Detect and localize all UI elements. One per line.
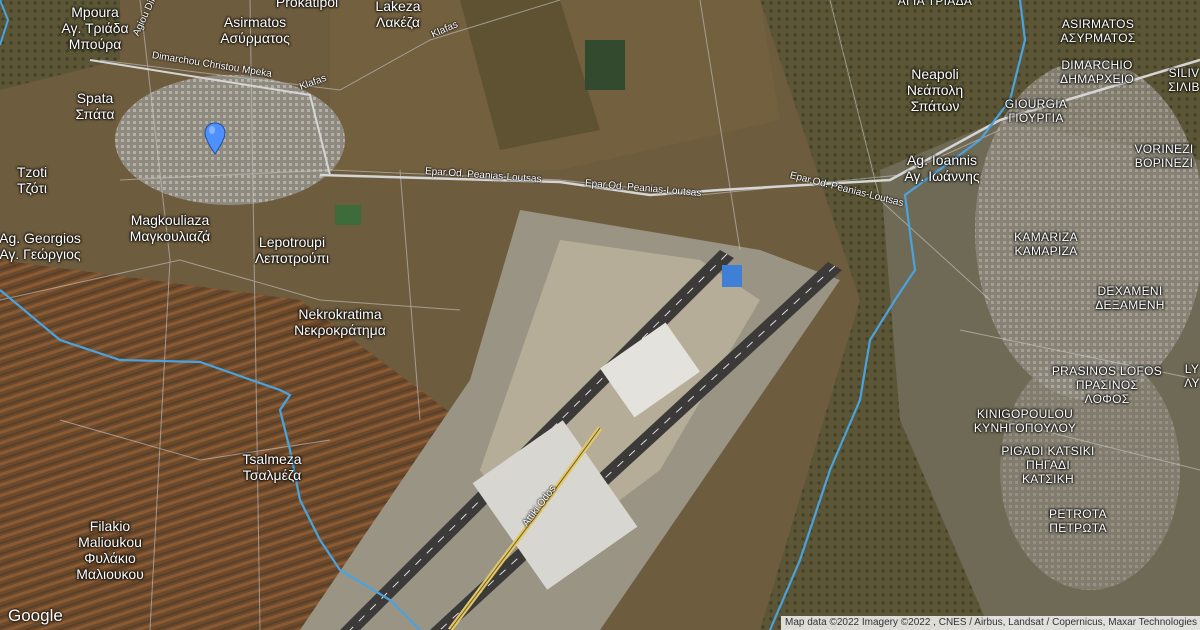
place-pigadi-katsiki[interactable]: PIGADI KATSIKI ΠΗΓΑΔΙ ΚΑΤΣΙΚΗ — [1001, 444, 1094, 486]
place-vorinezi[interactable]: VORINEZI ΒΟΡΙΝΕΖΙ — [1134, 142, 1193, 170]
place-ag-ioannis[interactable]: Ag. Ioannis Αγ. Ιωάννης — [904, 152, 979, 184]
place-lepotroupi[interactable]: Lepotroupi Λεποτρούπι — [255, 234, 329, 266]
place-filakio[interactable]: Filakio Malioukou Φυλάκιο Μαλιουκου — [76, 518, 144, 582]
satellite-imagery — [0, 0, 1200, 630]
place-mpoura[interactable]: Mpoura Αγ. Τριάδα Μπούρα — [61, 4, 128, 52]
place-prokatipoi[interactable]: Prokatipoi — [276, 0, 338, 10]
place-tzoti[interactable]: Tzoti Τζότι — [17, 164, 47, 196]
place-ly[interactable]: LY ΛΥ — [1184, 362, 1200, 390]
place-petrota[interactable]: PETROTA ΠΕΤΡΩΤΑ — [1049, 507, 1107, 535]
place-giourgia[interactable]: GIOURGIA ΓΙΟΥΡΓΙΑ — [1005, 97, 1067, 125]
place-agia-triada[interactable]: ΑΓΙΑ ΤΡΙΑΔΑ — [898, 0, 972, 8]
place-kinigopoulou[interactable]: KINIGOPOULOU ΚΥΝΗΓΟΠΟΥΛΟΥ — [974, 407, 1076, 435]
place-kamariza[interactable]: KAMARIZA ΚΑΜΑΡΙΖΑ — [1014, 230, 1078, 258]
location-pin-icon[interactable] — [204, 122, 226, 156]
place-neapoli[interactable]: Neapoli Νεάπολη Σπάτων — [907, 66, 963, 114]
google-logo[interactable]: Google — [8, 606, 63, 626]
place-ag-georgios[interactable]: Ag. Georgios Αγ. Γεώργιος — [0, 230, 81, 262]
place-prasinos-lofos[interactable]: PRASINOS LOFOS ΠΡΑΣΙΝΟΣ ΛΟΦΟΣ — [1052, 364, 1162, 406]
place-dexameni[interactable]: DEXAMENI ΔΕΞΑΜΕΝΗ — [1095, 284, 1165, 312]
map-view[interactable]: Dimarchou Christou Mpeka Klafas Klafas E… — [0, 0, 1200, 630]
map-attribution: Map data ©2022 Imagery ©2022 , CNES / Ai… — [781, 616, 1200, 630]
place-lakeza[interactable]: Lakeza Λακέζα — [375, 0, 420, 30]
place-siliv[interactable]: SILIV ΣΙΛΙΒ — [1168, 66, 1200, 94]
place-magkouliaza[interactable]: Magkouliaza Μαγκουλιαζά — [130, 212, 211, 244]
place-nekrokratima[interactable]: Nekrokratima Νεκροκράτημα — [294, 306, 386, 338]
place-spata[interactable]: Spata Σπάτα — [76, 90, 115, 122]
place-dimarchio[interactable]: DIMARCHIO ΔΗΜΑΡΧΕΙΟ — [1060, 58, 1134, 86]
place-asirmatos-west[interactable]: Asirmatos Ασύρματος — [220, 14, 290, 46]
place-asirmatos-east[interactable]: ASIRMATOS ΑΣΥΡΜΑΤΟΣ — [1060, 17, 1135, 45]
place-tsalmeza[interactable]: Tsalmeza Τσαλμέζα — [242, 451, 301, 483]
